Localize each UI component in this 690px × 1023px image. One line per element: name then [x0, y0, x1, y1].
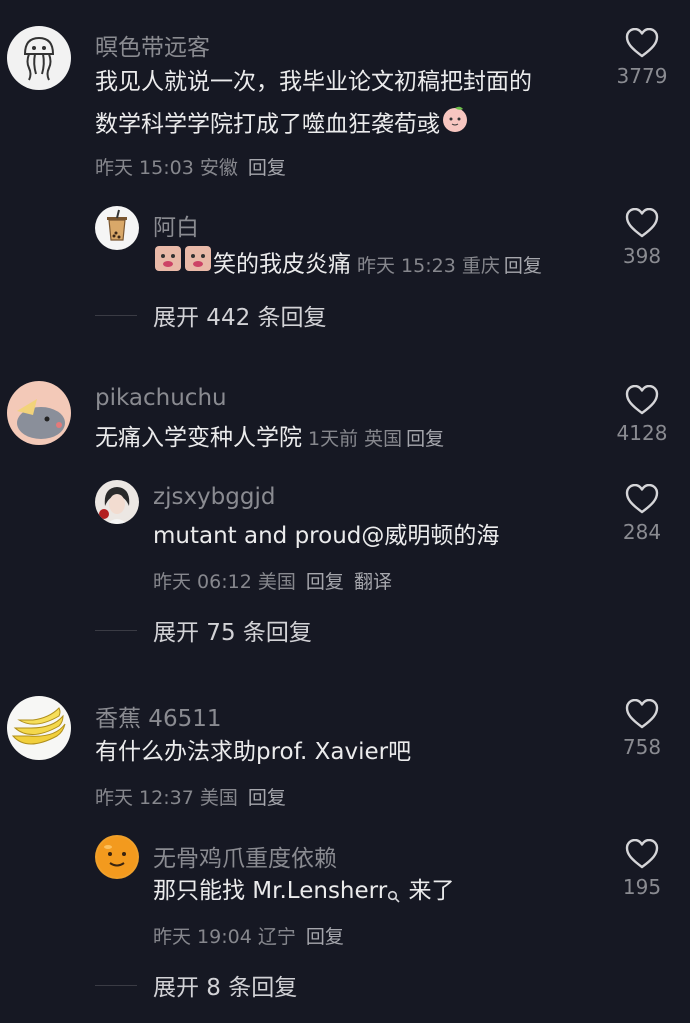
heart-icon — [625, 385, 659, 415]
reply-time: 昨天 15:23 — [357, 254, 456, 277]
reply-button[interactable]: 回复 — [248, 787, 286, 809]
comment-time: 1天前 — [308, 428, 359, 450]
reply-text: mutant and proud@威明顿的海 — [153, 523, 500, 549]
reply-button[interactable]: 回复 — [306, 571, 344, 593]
like-button[interactable]: 4128 — [607, 385, 677, 445]
user-avatar[interactable] — [7, 381, 71, 445]
heart-icon — [625, 28, 659, 58]
divider — [95, 984, 137, 986]
heart-icon — [625, 839, 659, 869]
reply-meta: 昨天 19:04 辽宁 回复 — [153, 922, 344, 949]
reply-location: 辽宁 — [257, 926, 296, 948]
comment-text: 我见人就说一次，我毕业论文初稿把封面的 数学科学学院打成了噬血狂袭荀彧 — [95, 62, 532, 147]
bubble-tea-icon — [107, 209, 127, 241]
doge-emoji-icon — [183, 243, 213, 287]
comment-location: 英国 — [364, 428, 403, 450]
reply-time: 昨天 19:04 — [153, 926, 252, 948]
translate-button[interactable]: 翻译 — [354, 571, 392, 593]
expand-replies-label: 展开 442 条回复 — [153, 305, 327, 331]
like-count: 195 — [622, 875, 662, 899]
comment-username[interactable]: 香蕉 46511 — [95, 699, 221, 733]
comment-username[interactable]: 暝色带远客 — [95, 28, 210, 62]
reply-username[interactable]: 无骨鸡爪重度依赖 — [153, 839, 337, 873]
reply-text-row: 笑的我皮炎痛 昨天 15:23 重庆 回复 — [153, 243, 542, 287]
expand-replies-label: 展开 75 条回复 — [153, 620, 312, 646]
like-count: 284 — [622, 520, 662, 544]
heart-icon — [625, 484, 659, 514]
reply-location: 重庆 — [461, 254, 500, 277]
divider — [95, 314, 137, 316]
reply-text: 那只能找 Mr.Lensherr 来了 — [153, 871, 454, 918]
like-count: 398 — [622, 244, 662, 268]
reply-location: 美国 — [257, 571, 296, 593]
divider — [95, 629, 137, 631]
comment-location: 安徽 — [199, 157, 238, 179]
comment-text-line: 数学科学学院打成了噬血狂袭荀彧 — [95, 103, 532, 147]
heart-icon — [625, 699, 659, 729]
heart-icon — [625, 208, 659, 238]
banana-icon — [11, 707, 66, 745]
reply-avatar[interactable] — [95, 206, 139, 250]
like-button[interactable]: 284 — [607, 484, 677, 544]
comment-meta: 昨天 15:03 安徽 回复 — [95, 153, 286, 180]
peach-emoji-icon — [440, 103, 470, 147]
comment-username[interactable]: pikachuchu — [95, 385, 227, 411]
cartoon-mouse-icon — [17, 399, 65, 439]
expand-replies-button[interactable]: 展开 442 条回复 — [95, 298, 327, 332]
comment-text: 无痛入学变种人学院 1天前 英国 回复 — [95, 425, 445, 451]
reply-button[interactable]: 回复 — [504, 255, 542, 277]
reply-avatar[interactable] — [95, 480, 139, 524]
comment-text: 有什么办法求助prof. Xavier吧 — [95, 739, 412, 765]
like-button[interactable]: 195 — [607, 839, 677, 899]
reply-username[interactable]: 阿白 — [153, 208, 199, 242]
comment-time: 昨天 12:37 — [95, 787, 194, 809]
like-button[interactable]: 758 — [607, 699, 677, 759]
comment-meta: 昨天 12:37 美国 回复 — [95, 783, 286, 810]
comment-text-line: 我见人就说一次，我毕业论文初稿把封面的 — [95, 69, 532, 95]
reply-text: 笑的我皮炎痛 — [213, 251, 351, 278]
reply-meta: 昨天 06:12 美国 回复 翻译 — [153, 567, 392, 594]
reply-username[interactable]: zjsxybggjd — [153, 484, 275, 510]
expand-replies-button[interactable]: 展开 75 条回复 — [95, 613, 312, 647]
user-avatar[interactable] — [7, 26, 71, 90]
reply-button[interactable]: 回复 — [306, 926, 344, 948]
like-count: 3779 — [616, 64, 668, 88]
like-button[interactable]: 3779 — [607, 28, 677, 88]
user-avatar[interactable] — [7, 696, 71, 760]
jellyfish-icon — [23, 36, 55, 81]
reply-avatar[interactable] — [95, 835, 139, 879]
doge-emoji-icon — [153, 243, 183, 287]
portrait-icon — [99, 487, 130, 524]
search-icon[interactable] — [387, 877, 401, 918]
comment-location: 美国 — [199, 787, 238, 809]
reply-time: 昨天 06:12 — [153, 571, 252, 593]
comment-meta: 1天前 英国 回复 — [308, 428, 444, 450]
expand-replies-button[interactable]: 展开 8 条回复 — [95, 968, 297, 1002]
reply-meta: 昨天 15:23 重庆 回复 — [357, 255, 542, 277]
like-button[interactable]: 398 — [607, 208, 677, 268]
reply-button[interactable]: 回复 — [248, 157, 286, 179]
like-count: 758 — [622, 735, 662, 759]
like-count: 4128 — [616, 421, 668, 445]
expand-replies-label: 展开 8 条回复 — [153, 975, 298, 1001]
comment-time: 昨天 15:03 — [95, 157, 194, 179]
orange-face-icon — [97, 837, 137, 877]
reply-button[interactable]: 回复 — [406, 428, 444, 450]
